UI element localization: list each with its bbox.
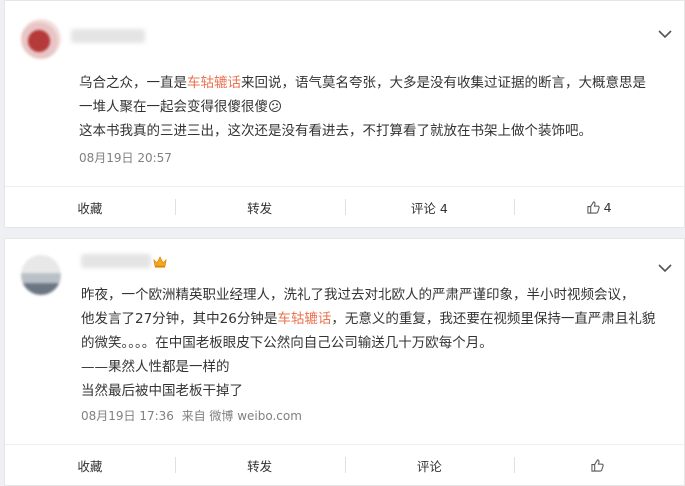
- comment-line: 的微笑。。。。在中国老板眼皮下公然向自己公司输送几十万欧每个月。: [81, 335, 493, 351]
- comment-button[interactable]: 评论: [344, 445, 515, 485]
- comment-line: 当然最后被中国老板干掉了: [81, 383, 243, 399]
- action-bar: 收藏 转发 评论: [5, 444, 684, 485]
- keyword-link[interactable]: 车轱辘话: [187, 75, 241, 91]
- comment-line: 乌合之众，一直是车轱辘话来回说，语气莫名夸张，大多是没有收集过证据的断言，大概意…: [79, 75, 646, 91]
- like-button[interactable]: [514, 445, 684, 485]
- repost-button[interactable]: 转发: [174, 187, 345, 227]
- keyword-link[interactable]: 车轱辘话: [277, 311, 331, 327]
- like-button[interactable]: 4: [514, 187, 684, 227]
- username-redacted[interactable]: [81, 254, 151, 268]
- comment-card-1: 乌合之众，一直是车轱辘话来回说，语气莫名夸张，大多是没有收集过证据的断言，大概意…: [4, 0, 685, 228]
- avatar[interactable]: [21, 255, 61, 295]
- collect-button[interactable]: 收藏: [5, 445, 175, 485]
- comment-line: 这本书我真的三进三出，这次还是没有看进去，不打算看了就放在书架上做个装饰吧。: [79, 123, 592, 139]
- comment-meta: 08月19日 20:57: [79, 149, 172, 166]
- comment-button[interactable]: 评论 4: [344, 187, 515, 227]
- chevron-down-icon[interactable]: [658, 29, 672, 39]
- comment-meta: 08月19日 17:36 来自 微博 weibo.com: [81, 407, 302, 424]
- action-bar: 收藏 转发 评论 4 4: [5, 186, 684, 227]
- comment-line: 他发言了27分钟，其中26分钟是车轱辘话，无意义的重复，我还要在视频里保持一直严…: [81, 311, 656, 327]
- comment-line: ——果然人性都是一样的: [81, 359, 230, 375]
- collect-button[interactable]: 收藏: [5, 187, 175, 227]
- comment-card-2: 昨夜，一个欧洲精英职业经理人，洗礼了我过去对北欧人的严肃严谨印象，半小时视频会议…: [4, 238, 685, 486]
- comment-text: 乌合之众，一直是车轱辘话来回说，语气莫名夸张，大多是没有收集过证据的断言，大概意…: [79, 71, 646, 143]
- source-label[interactable]: 来自 微博 weibo.com: [182, 409, 302, 423]
- comment-line: 昨夜，一个欧洲精英职业经理人，洗礼了我过去对北欧人的严肃严谨印象，半小时视频会议…: [81, 287, 635, 303]
- like-count: 4: [603, 199, 612, 215]
- repost-button[interactable]: 转发: [174, 445, 345, 485]
- timestamp[interactable]: 08月19日 17:36: [81, 409, 174, 423]
- comment-text: 昨夜，一个欧洲精英职业经理人，洗礼了我过去对北欧人的严肃严谨印象，半小时视频会议…: [81, 283, 655, 403]
- thumbs-up-icon: [591, 458, 604, 472]
- comment-line: 一堆人聚在一起会变得很傻很傻😕: [79, 99, 283, 115]
- timestamp[interactable]: 08月19日 20:57: [79, 151, 172, 165]
- username-redacted[interactable]: [71, 29, 145, 43]
- chevron-down-icon[interactable]: [658, 263, 672, 273]
- crown-icon: [153, 256, 167, 268]
- avatar[interactable]: [21, 19, 61, 59]
- thumbs-up-icon: [587, 200, 600, 214]
